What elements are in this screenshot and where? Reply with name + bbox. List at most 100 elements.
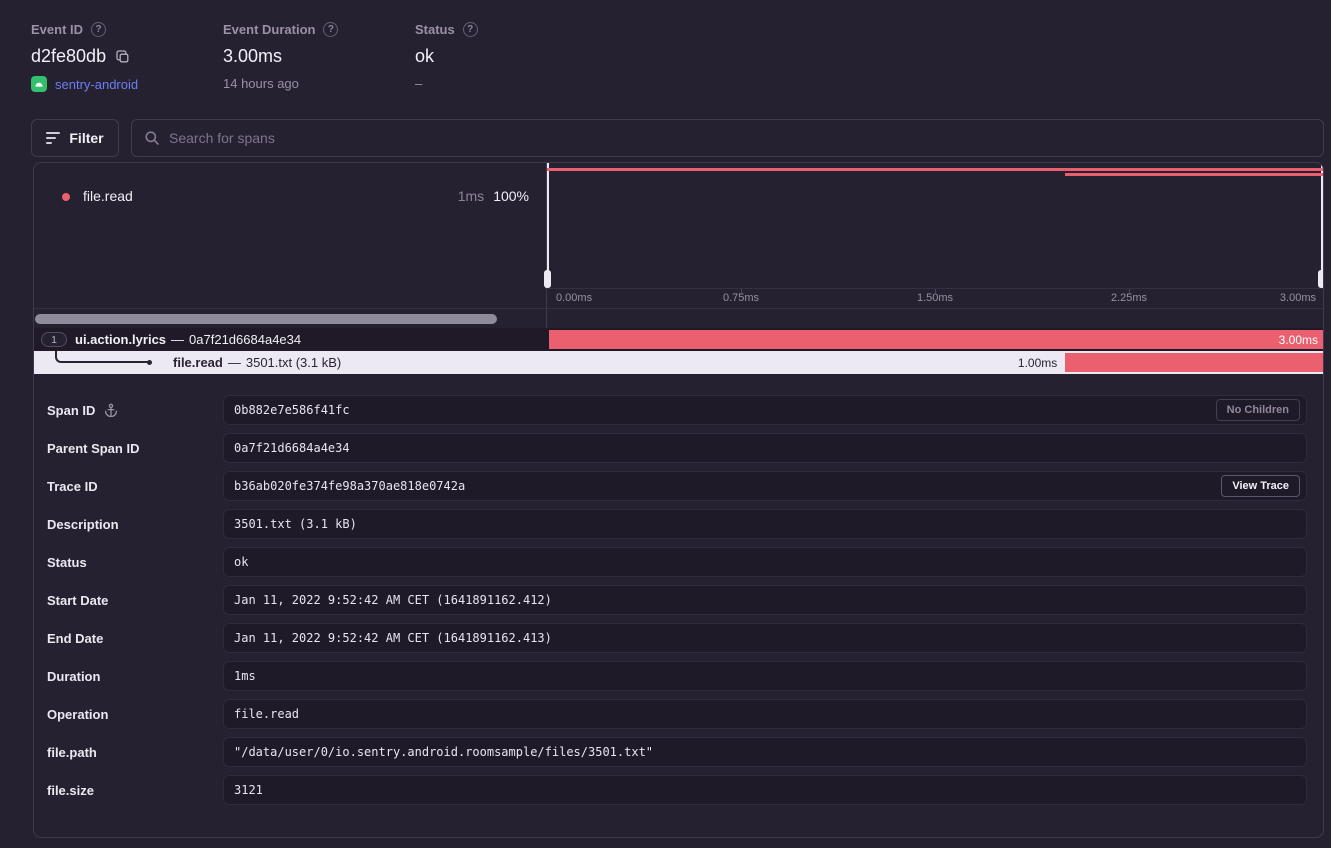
viewport-right-line [1321, 163, 1323, 287]
detail-label-text: Parent Span ID [47, 441, 139, 456]
help-icon[interactable]: ? [91, 22, 106, 37]
filter-icon [46, 132, 60, 144]
child-span-duration-label: 1.00ms [1018, 351, 1057, 374]
detail-label: End Date [47, 631, 223, 646]
anchor-icon[interactable] [104, 403, 118, 417]
axis-tick [935, 289, 936, 293]
detail-row: Start Date Jan 11, 2022 9:52:42 AM CET (1… [47, 585, 1307, 615]
children-count-pill[interactable]: 1 [41, 332, 67, 347]
detail-value: 3501.txt (3.1 kB) [234, 517, 1300, 531]
status-column: Status ? ok – [415, 22, 478, 91]
status-secondary: – [415, 76, 422, 91]
event-duration-value: 3.00ms [223, 46, 282, 67]
detail-value-box: 3121 [223, 775, 1307, 805]
detail-label: Description [47, 517, 223, 532]
detail-row: Description 3501.txt (3.1 kB) [47, 509, 1307, 539]
detail-label-text: Operation [47, 707, 108, 722]
horizontal-scrollbar [34, 308, 546, 328]
span-details-rows: Span ID 0b882e7e586f41fcNo Children Parent… [34, 374, 1323, 805]
event-id-label: Event ID [31, 22, 83, 37]
detail-value-box: Jan 11, 2022 9:52:42 AM CET (1641891162.… [223, 585, 1307, 615]
search-input[interactable] [169, 130, 1311, 146]
detail-row: Operation file.read [47, 699, 1307, 729]
operation-name: file.read [83, 188, 133, 204]
status-label: Status [415, 22, 455, 37]
detail-label: file.size [47, 783, 223, 798]
detail-label-text: file.path [47, 745, 97, 760]
detail-label-text: Start Date [47, 593, 108, 608]
help-icon[interactable]: ? [323, 22, 338, 37]
minimap-area: 0.00ms0.75ms1.50ms2.25ms3.00ms [547, 163, 1323, 328]
android-project-icon [31, 76, 47, 92]
detail-value-box: ok [223, 547, 1307, 577]
spans-toolbar: Filter [31, 119, 1324, 157]
detail-label: Operation [47, 707, 223, 722]
operation-percent: 100% [493, 188, 529, 204]
span-bar-track: 3.00ms [549, 328, 1323, 351]
detail-value-box: file.read [223, 699, 1307, 729]
detail-value: 0b882e7e586f41fc [234, 403, 1216, 417]
span-operation: ui.action.lyrics [75, 332, 166, 347]
event-duration-label: Event Duration [223, 22, 315, 37]
no-children-button[interactable]: No Children [1216, 399, 1300, 421]
waterfall-header: file.read 1ms 100% 0.00ms0.75ms1.50ms2.2… [34, 163, 1323, 328]
event-duration-column: Event Duration ? 3.00ms 14 hours ago [223, 22, 338, 91]
axis-footer [547, 308, 1323, 328]
detail-row: Status ok [47, 547, 1307, 577]
detail-label-text: Status [47, 555, 87, 570]
project-link[interactable]: sentry-android [55, 77, 138, 92]
view-trace-button[interactable]: View Trace [1221, 475, 1300, 497]
operation-legend-row[interactable]: file.read 1ms 100% [34, 163, 546, 308]
span-row-parent[interactable]: 1 ui.action.lyrics — 0a7f21d6684a4e34 3.… [34, 328, 1323, 351]
detail-value: 0a7f21d6684a4e34 [234, 441, 1300, 455]
detail-value: "/data/user/0/io.sentry.android.roomsamp… [234, 745, 1300, 759]
span-description: 0a7f21d6684a4e34 [189, 332, 301, 347]
detail-label: Parent Span ID [47, 441, 223, 456]
detail-row: Trace IDb36ab020fe374fe98a370ae818e0742a… [47, 471, 1307, 501]
axis-tick [741, 289, 742, 293]
time-axis: 0.00ms0.75ms1.50ms2.25ms3.00ms [547, 288, 1323, 308]
span-bar-track: 1.00ms [549, 351, 1323, 374]
detail-value-box: 3501.txt (3.1 kB) [223, 509, 1307, 539]
detail-value: ok [234, 555, 1300, 569]
span-row-selected[interactable]: file.read — 3501.txt (3.1 kB) 1.00ms [34, 351, 1323, 374]
event-duration-relative: 14 hours ago [223, 76, 299, 91]
detail-label: Trace ID [47, 479, 223, 494]
detail-label: Duration [47, 669, 223, 684]
search-icon [144, 130, 160, 146]
scrollbar-thumb[interactable] [35, 314, 497, 324]
detail-row: Span ID 0b882e7e586f41fcNo Children [47, 395, 1307, 425]
span-duration-label: 3.00ms [1279, 333, 1323, 347]
status-value: ok [415, 46, 434, 67]
viewport-left-handle[interactable] [544, 270, 551, 288]
detail-row: file.size3121 [47, 775, 1307, 805]
copy-icon[interactable] [115, 49, 130, 64]
filter-button-label: Filter [69, 130, 103, 146]
span-detail-page: { "header": { "event": { "label": "Event… [0, 0, 1331, 848]
detail-label: Start Date [47, 593, 223, 608]
detail-label-text: Duration [47, 669, 100, 684]
span-operation: file.read [173, 355, 223, 370]
detail-label: file.path [47, 745, 223, 760]
detail-row: Parent Span ID 0a7f21d6684a4e34 [47, 433, 1307, 463]
detail-value: Jan 11, 2022 9:52:42 AM CET (1641891162.… [234, 593, 1300, 607]
span-separator: — [171, 332, 184, 347]
filter-button[interactable]: Filter [31, 119, 119, 157]
detail-value: Jan 11, 2022 9:52:42 AM CET (1641891162.… [234, 631, 1300, 645]
parent-span-bar[interactable]: 3.00ms [549, 330, 1323, 349]
child-span-bar[interactable] [1065, 353, 1323, 372]
event-id-column: Event ID ? d2fe80db sentry-android [31, 22, 138, 92]
minimap[interactable] [547, 163, 1323, 288]
operation-duration: 1ms [458, 188, 484, 204]
detail-row: Duration 1ms [47, 661, 1307, 691]
viewport-right-handle[interactable] [1318, 270, 1324, 288]
axis-label: 0.00ms [556, 289, 592, 307]
detail-value-box: 1ms [223, 661, 1307, 691]
detail-label: Span ID [47, 403, 223, 418]
help-icon[interactable]: ? [463, 22, 478, 37]
tree-connector-dot [147, 360, 152, 365]
minimap-span-line [1065, 173, 1323, 176]
detail-label: Status [47, 555, 223, 570]
detail-value-box: Jan 11, 2022 9:52:42 AM CET (1641891162.… [223, 623, 1307, 653]
detail-row: file.path "/data/user/0/io.sentry.android… [47, 737, 1307, 767]
